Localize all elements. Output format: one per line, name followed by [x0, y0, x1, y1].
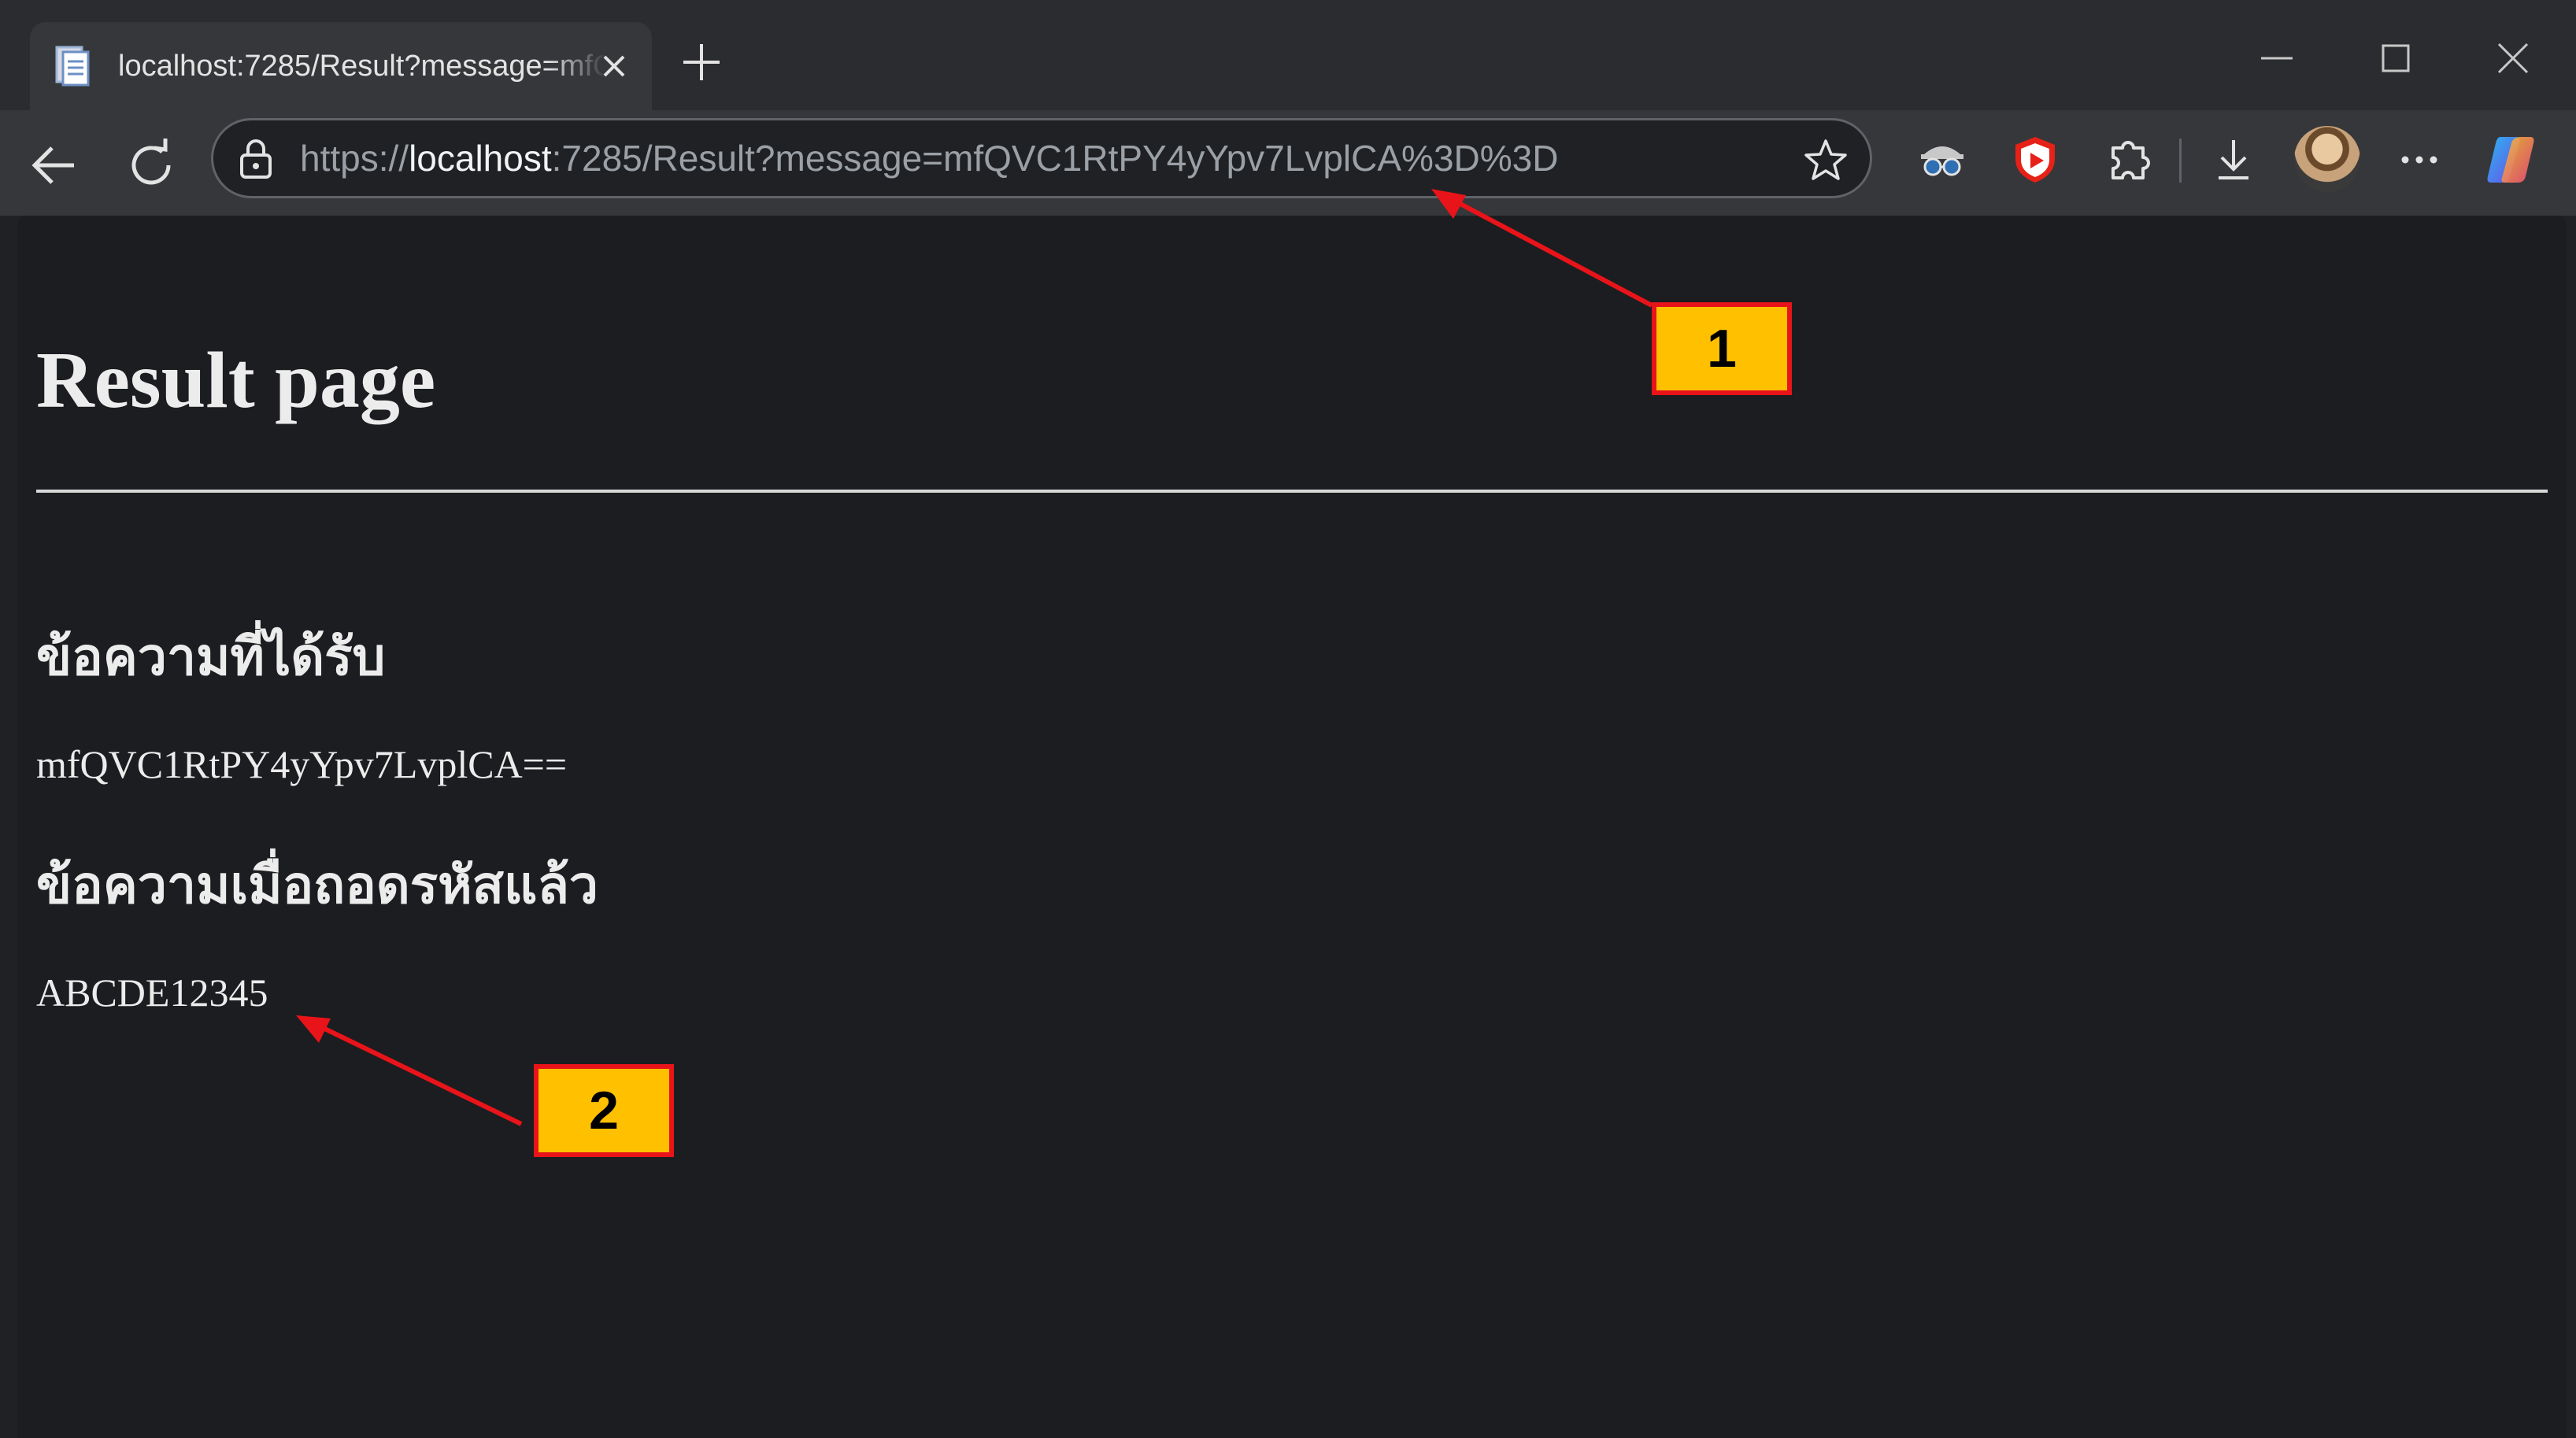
decoded-message-heading: ข้อความเมื่อถอดรหัสแล้ว	[36, 854, 598, 915]
address-bar[interactable]: https://localhost:7285/Result?message=mf…	[211, 118, 1872, 198]
tab-strip: localhost:7285/Result?message=mfQVC1RtPY…	[0, 0, 2576, 110]
spy-extension-icon[interactable]	[1913, 131, 1971, 189]
page-viewport: Result page ข้อความที่ได้รับ mfQVC1RtPY4…	[17, 216, 2567, 1438]
tab-title: localhost:7285/Result?message=mfQVC1RtPY…	[118, 50, 606, 83]
avatar[interactable]	[2294, 126, 2360, 192]
close-window-icon[interactable]	[2482, 27, 2545, 90]
lock-icon[interactable]	[235, 138, 276, 182]
puzzle-icon[interactable]	[2099, 131, 2157, 189]
url-text[interactable]: https://localhost:7285/Result?message=mf…	[300, 120, 1558, 196]
received-message-value: mfQVC1RtPY4yYpv7LvplCA==	[36, 742, 568, 786]
url-path: :7285/Result?message=mfQVC1RtPY4yYpv7Lvp…	[551, 138, 1559, 179]
page-icon	[55, 46, 90, 87]
back-arrow-icon[interactable]	[24, 134, 87, 197]
reload-icon[interactable]	[120, 134, 183, 197]
annotation-callout-2: 2	[534, 1064, 674, 1157]
download-icon[interactable]	[2204, 131, 2263, 189]
horizontal-rule	[36, 490, 2548, 493]
maximize-icon[interactable]	[2364, 27, 2427, 90]
browser-tab[interactable]: localhost:7285/Result?message=mfQVC1RtPY…	[30, 22, 652, 110]
toolbar-divider	[2179, 139, 2182, 183]
decoded-message-value: ABCDE12345	[36, 970, 268, 1015]
star-icon[interactable]	[1802, 136, 1849, 183]
annotation-callout-1: 1	[1652, 302, 1792, 395]
close-icon[interactable]	[592, 44, 636, 88]
received-message-heading: ข้อความที่ได้รับ	[36, 626, 386, 687]
url-scheme: https://	[300, 138, 409, 179]
copilot-icon[interactable]	[2482, 131, 2540, 189]
more-icon[interactable]	[2390, 131, 2448, 189]
plus-icon[interactable]	[674, 35, 729, 90]
url-host: localhost	[409, 138, 552, 179]
page-title: Result page	[36, 336, 436, 425]
browser-toolbar: https://localhost:7285/Result?message=mf…	[0, 110, 2576, 216]
minimize-icon[interactable]	[2245, 27, 2308, 90]
youtube-shield-icon[interactable]	[2006, 131, 2064, 189]
